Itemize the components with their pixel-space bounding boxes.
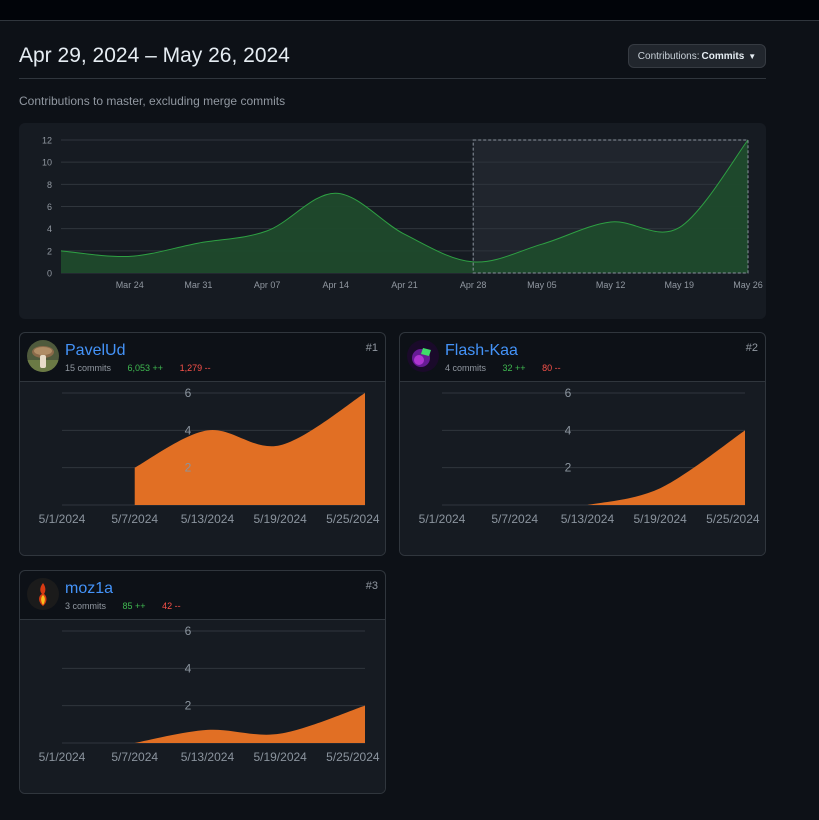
title-divider	[19, 78, 766, 79]
y-tick-label: 2	[565, 461, 572, 475]
contributor-name-link[interactable]: moz1a	[65, 580, 113, 598]
contributor-commits-area	[134, 393, 365, 505]
x-tick-label: May 19	[665, 280, 695, 290]
y-tick-label: 6	[185, 386, 192, 400]
contributor-chart-svg: 2 4 6 5/1/2024 5/7/2024 5/13/2024 5/19/2024 5/2…	[39, 386, 380, 526]
commit-count: 3 commits	[65, 601, 107, 611]
x-tick-label: May 05	[527, 280, 557, 290]
contributor-card-pavelud: PavelUd 15 commits 6,053 ++ 1,279 -- #1 …	[19, 332, 386, 556]
additions-count: 6,053 ++	[127, 363, 164, 373]
y-tick-label: 6	[185, 624, 192, 638]
y-tick-label: 0	[47, 269, 52, 279]
page-title: Apr 29, 2024 – May 26, 2024	[19, 44, 290, 67]
x-tick-label: 5/13/2024	[561, 512, 615, 526]
x-tick-label: 5/13/2024	[181, 512, 235, 526]
overview-chart-svg: 0 2 4 6 8 10 12 Mar 24 Mar 31 Apr 07 Apr 14 Apr 21 A…	[42, 136, 763, 291]
y-tick-label: 12	[42, 136, 52, 146]
contributor-commits-area	[134, 705, 365, 743]
contributor-rank: #3	[365, 580, 378, 592]
contributor-rank: #1	[365, 342, 378, 354]
contributor-rank: #2	[745, 342, 758, 354]
contributor-stats: 15 commits 6,053 ++ 1,279 --	[65, 363, 211, 373]
top-nav-bar	[0, 0, 819, 21]
x-tick-label: 5/19/2024	[253, 512, 307, 526]
y-tick-label: 2	[185, 461, 192, 475]
x-tick-label: 5/1/2024	[39, 512, 86, 526]
x-tick-label: 5/7/2024	[111, 512, 158, 526]
contributor-card-header: PavelUd 15 commits 6,053 ++ 1,279 -- #1	[20, 333, 385, 382]
contributor-stats: 3 commits 85 ++ 42 --	[65, 601, 181, 611]
x-tick-label: 5/7/2024	[491, 512, 538, 526]
caret-down-icon: ▼	[748, 51, 757, 61]
x-tick-label: 5/19/2024	[253, 750, 307, 764]
commit-count: 15 commits	[65, 363, 112, 373]
additions-count: 32 ++	[502, 363, 526, 373]
contributor-card-flash-kaa: Flash-Kaa 4 commits 32 ++ 80 -- #2 2 4 6 5/…	[399, 332, 766, 556]
x-tick-label: 5/25/2024	[706, 512, 760, 526]
y-tick-label: 8	[47, 180, 52, 190]
dropdown-value: Commits	[701, 50, 745, 62]
x-tick-label: 5/25/2024	[326, 512, 380, 526]
contributor-card-header: moz1a 3 commits 85 ++ 42 -- #3	[20, 571, 385, 620]
y-tick-label: 4	[565, 423, 572, 437]
additions-count: 85 ++	[122, 601, 146, 611]
contributor-stats: 4 commits 32 ++ 80 --	[445, 363, 561, 373]
deletions-count: 1,279 --	[179, 363, 211, 373]
contributor-name-link[interactable]: PavelUd	[65, 342, 125, 360]
x-tick-label: Apr 21	[391, 280, 418, 290]
contributor-chart: 2 4 6 5/1/2024 5/7/2024 5/13/2024 5/19/2024 5/2…	[20, 620, 385, 793]
x-tick-label: Mar 24	[116, 280, 144, 290]
y-tick-label: 6	[47, 202, 52, 212]
x-tick-label: 5/1/2024	[39, 750, 86, 764]
contributor-card-header: Flash-Kaa 4 commits 32 ++ 80 -- #2	[400, 333, 765, 382]
x-tick-label: Mar 31	[184, 280, 212, 290]
y-tick-label: 4	[185, 423, 192, 437]
mushroom-avatar-icon[interactable]	[27, 340, 59, 372]
y-tick-label: 4	[47, 224, 52, 234]
y-tick-label: 6	[565, 386, 572, 400]
x-tick-label: 5/25/2024	[326, 750, 380, 764]
deletions-count: 42 --	[162, 601, 181, 611]
contributor-chart-svg: 2 4 6 5/1/2024 5/7/2024 5/13/2024 5/19/2024 5/2…	[419, 386, 760, 526]
x-tick-label: 5/19/2024	[633, 512, 687, 526]
x-tick-label: Apr 07	[254, 280, 281, 290]
x-tick-label: 5/7/2024	[111, 750, 158, 764]
page-subtitle: Contributions to master, excluding merge…	[19, 94, 286, 108]
commit-count: 4 commits	[445, 363, 487, 373]
contributions-type-dropdown[interactable]: Contributions: Commits ▼	[628, 44, 766, 68]
x-tick-label: May 26	[733, 280, 763, 290]
deletions-count: 80 --	[542, 363, 561, 373]
contributor-chart: 2 4 6 5/1/2024 5/7/2024 5/13/2024 5/19/2024 5/2…	[400, 382, 765, 555]
contributor-chart-svg: 2 4 6 5/1/2024 5/7/2024 5/13/2024 5/19/2024 5/2…	[39, 624, 380, 764]
neon-cube-avatar-icon[interactable]	[407, 340, 439, 372]
x-tick-label: May 12	[596, 280, 626, 290]
dropdown-prefix: Contributions:	[637, 50, 700, 62]
x-tick-label: Apr 28	[460, 280, 487, 290]
y-tick-label: 2	[47, 246, 52, 256]
x-tick-label: 5/13/2024	[181, 750, 235, 764]
contributor-chart: 2 4 6 5/1/2024 5/7/2024 5/13/2024 5/19/2024 5/2…	[20, 382, 385, 555]
x-tick-label: Apr 14	[323, 280, 350, 290]
commits-overview-chart[interactable]: 0 2 4 6 8 10 12 Mar 24 Mar 31 Apr 07 Apr 14 Apr 21 A…	[19, 123, 766, 319]
y-tick-label: 10	[42, 158, 52, 168]
contributor-name-link[interactable]: Flash-Kaa	[445, 342, 518, 360]
contributor-card-moz1a: moz1a 3 commits 85 ++ 42 -- #3 2 4 6 5/1/20…	[19, 570, 386, 794]
x-tick-label: 5/1/2024	[419, 512, 466, 526]
fire-figure-avatar-icon[interactable]	[27, 578, 59, 610]
y-tick-label: 2	[185, 699, 192, 713]
y-tick-label: 4	[185, 661, 192, 675]
